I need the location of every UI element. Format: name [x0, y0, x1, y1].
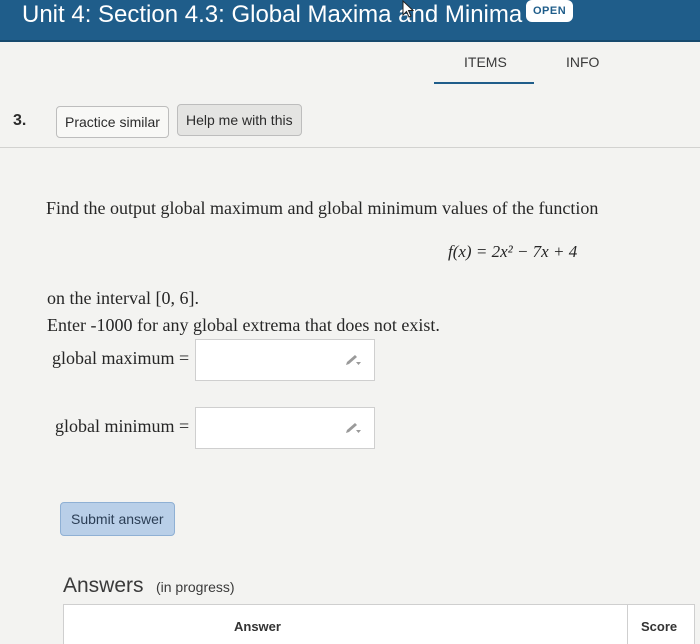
- practice-similar-button[interactable]: Practice similar: [56, 106, 169, 138]
- instruction-text: Enter -1000 for any global extrema that …: [47, 315, 440, 335]
- global-max-label: global maximum =: [52, 348, 190, 368]
- status-badge[interactable]: OPEN: [526, 0, 574, 22]
- section-divider: [0, 147, 700, 148]
- pencil-icon[interactable]: [344, 353, 362, 367]
- header-bar: Unit 4: Section 4.3: Global Maxima and M…: [0, 0, 700, 42]
- tab-bar: ITEMS INFO: [432, 54, 672, 88]
- answers-title: Answers: [63, 574, 144, 597]
- global-min-input[interactable]: [195, 407, 375, 449]
- tab-items[interactable]: ITEMS: [464, 54, 507, 70]
- question-number: 3.: [13, 112, 27, 129]
- answers-status: (in progress): [155, 579, 235, 595]
- page-title: Unit 4: Section 4.3: Global Maxima and M…: [22, 1, 523, 28]
- global-min-label: global minimum =: [55, 416, 190, 436]
- interval-text: on the interval [0, 6].: [47, 288, 199, 308]
- global-max-input[interactable]: [195, 339, 375, 381]
- submit-answer-button[interactable]: Submit answer: [60, 502, 175, 536]
- answers-heading: Answers (in progress): [63, 574, 235, 598]
- question-prompt: Find the output global maximum and globa…: [46, 198, 599, 218]
- column-header-score: Score: [641, 619, 678, 634]
- column-header-answer: Answer: [234, 619, 281, 634]
- mouse-cursor-icon: [402, 0, 414, 18]
- function-formula: f(x) = 2x² − 7x + 4: [448, 242, 578, 261]
- active-tab-indicator: [434, 82, 534, 84]
- tab-info[interactable]: INFO: [566, 54, 599, 70]
- answers-table: Answer Score: [63, 604, 695, 644]
- pencil-icon[interactable]: [344, 421, 362, 435]
- column-divider: [627, 605, 628, 644]
- help-me-button[interactable]: Help me with this: [177, 104, 302, 136]
